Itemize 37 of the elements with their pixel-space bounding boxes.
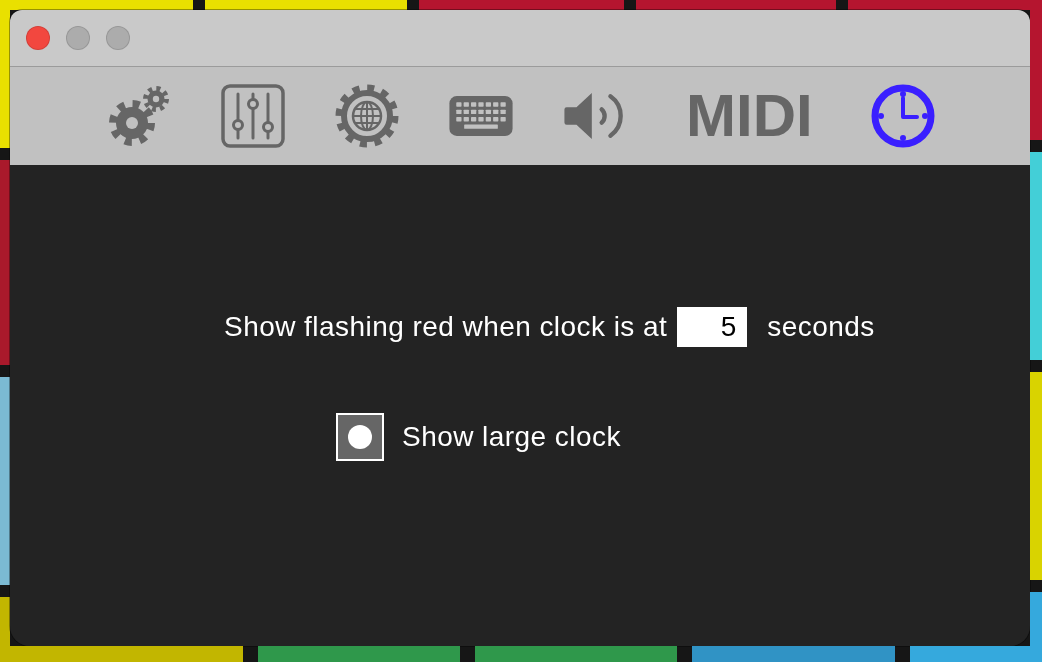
pad[interactable] (258, 646, 460, 662)
pad[interactable] (1030, 152, 1042, 360)
toolbar-tab[interactable] (449, 96, 513, 136)
number-field[interactable]: 5 (677, 307, 748, 347)
pad[interactable] (1030, 592, 1042, 662)
pad[interactable] (848, 0, 1042, 10)
sliders-icon (221, 84, 285, 148)
globe-gear-icon (335, 84, 399, 148)
pad[interactable] (475, 646, 677, 662)
clock-icon (870, 84, 935, 148)
toolbar-tab[interactable] (108, 85, 171, 147)
dot-icon (348, 425, 372, 449)
toolbar-tab[interactable] (870, 84, 935, 148)
pad[interactable] (205, 0, 407, 10)
checkbox-label: Show large clock (402, 421, 621, 453)
pad[interactable] (692, 646, 895, 662)
pad[interactable] (419, 0, 624, 10)
pad[interactable] (0, 0, 193, 10)
pad[interactable] (1030, 372, 1042, 580)
setting-label: Show flashing red when clock is at (224, 311, 668, 343)
speaker-icon (563, 93, 625, 139)
pad[interactable] (0, 597, 10, 662)
toolbar-tab[interactable] (221, 84, 285, 148)
pad[interactable] (1030, 10, 1042, 140)
toolbar-tab[interactable] (335, 84, 399, 148)
pad[interactable] (10, 646, 243, 662)
close-button[interactable] (26, 26, 50, 50)
pad[interactable] (0, 10, 10, 148)
pad[interactable] (0, 160, 10, 365)
keyboard-icon (449, 96, 513, 136)
checkbox[interactable] (336, 413, 384, 461)
toolbar-tab[interactable] (563, 93, 625, 139)
unit-label: seconds (767, 311, 875, 343)
gears-icon (108, 85, 171, 147)
pad[interactable] (910, 646, 1030, 662)
pad[interactable] (636, 0, 836, 10)
pad[interactable] (0, 377, 10, 585)
